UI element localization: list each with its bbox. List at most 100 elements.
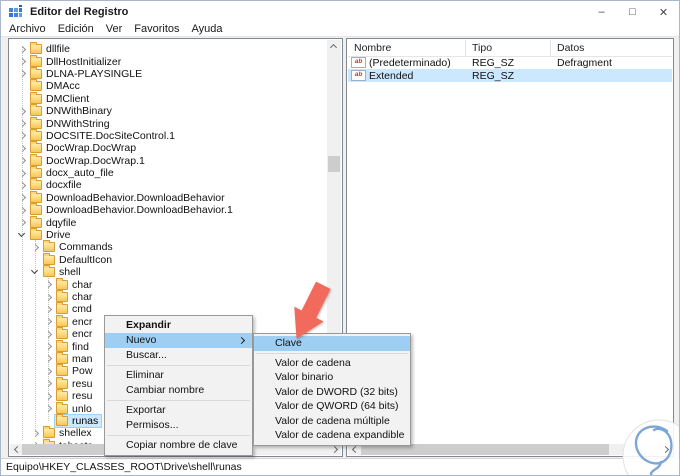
minimize-button[interactable]: – xyxy=(586,1,617,23)
submenu-item-valor-de-cadena-m-ltiple[interactable]: Valor de cadena múltiple xyxy=(254,414,410,429)
tree-item-char[interactable]: char xyxy=(10,277,327,291)
tree-item-label: resu xyxy=(72,390,93,403)
chevron-right-icon[interactable] xyxy=(18,181,27,190)
tree-item-shell[interactable]: shell xyxy=(10,265,327,278)
context-menu-item-expandir[interactable]: Expandir xyxy=(105,318,252,333)
scroll-up-icon[interactable] xyxy=(327,40,341,52)
chevron-right-icon[interactable] xyxy=(44,280,53,289)
tree-item-docx-auto-file[interactable]: docx_auto_file xyxy=(10,166,327,179)
chevron-right-icon[interactable] xyxy=(18,131,27,140)
context-menu-item-cambiar-nombre[interactable]: Cambiar nombre xyxy=(105,383,252,398)
folder-icon xyxy=(56,413,68,426)
menu-ayuda[interactable]: Ayuda xyxy=(186,23,229,36)
tree-item-dmacc[interactable]: DMAcc xyxy=(10,79,327,92)
tree-item-dnwithbinary[interactable]: DNWithBinary xyxy=(10,104,327,117)
tree-item-label: DllHostInitializer xyxy=(46,55,122,68)
context-menu-item-nuevo[interactable]: Nuevo xyxy=(105,333,252,348)
chevron-right-icon[interactable] xyxy=(18,218,27,227)
tree-item-downloadbehavior-downloadbehavior-1[interactable]: DownloadBehavior.DownloadBehavior.1 xyxy=(10,203,327,216)
tree-item-dnwithstring[interactable]: DNWithString xyxy=(10,116,327,130)
context-menu-item-buscar[interactable]: Buscar... xyxy=(105,348,252,363)
menu-archivo[interactable]: Archivo xyxy=(3,23,52,36)
red-annotation-arrow xyxy=(294,281,331,339)
chevron-down-icon[interactable] xyxy=(18,231,27,240)
chevron-right-icon[interactable] xyxy=(18,169,27,178)
chevron-right-icon[interactable] xyxy=(18,107,27,116)
value-row-extended[interactable]: ab Extended REG_SZ xyxy=(348,69,672,82)
tree-item-drive[interactable]: Drive xyxy=(10,228,327,241)
menu-separator xyxy=(107,365,250,366)
scroll-left-icon[interactable] xyxy=(348,444,360,455)
menu-ver[interactable]: Ver xyxy=(100,23,129,36)
tree-item-docsite-docsitecontrol-1[interactable]: DOCSITE.DocSiteControl.1 xyxy=(10,128,327,142)
chevron-right-icon[interactable] xyxy=(18,144,27,153)
chevron-right-icon[interactable] xyxy=(44,392,53,401)
folder-icon xyxy=(56,376,68,389)
chevron-right-icon[interactable] xyxy=(18,57,27,66)
scrollbar-thumb[interactable] xyxy=(361,444,609,455)
chevron-right-icon[interactable] xyxy=(44,354,53,363)
value-row-predeterminado[interactable]: ab (Predeterminado) REG_SZ Defragment xyxy=(348,56,672,69)
chevron-right-icon[interactable] xyxy=(44,342,53,351)
submenu-item-valor-binario[interactable]: Valor binario xyxy=(254,370,410,385)
scroll-right-icon[interactable] xyxy=(329,444,341,455)
column-header-name[interactable]: Nombre xyxy=(348,40,466,56)
context-menu-item-permisos[interactable]: Permisos... xyxy=(105,418,252,433)
column-header-data[interactable]: Datos xyxy=(551,40,672,56)
chevron-right-icon[interactable] xyxy=(18,156,27,165)
tree-item-dllfile[interactable]: dllfile xyxy=(10,42,327,55)
chevron-right-icon[interactable] xyxy=(18,206,27,215)
folder-icon xyxy=(56,327,68,340)
submenu-item-valor-de-cadena-expandible[interactable]: Valor de cadena expandible xyxy=(254,428,410,443)
context-menu-item-copiar-nombre-de-clave[interactable]: Copiar nombre de clave xyxy=(105,438,252,453)
tree-item-commands[interactable]: Commands xyxy=(10,240,327,253)
chevron-right-icon[interactable] xyxy=(44,317,53,326)
chevron-right-icon[interactable] xyxy=(31,429,40,438)
tree-item-char[interactable]: char xyxy=(10,290,327,303)
tree-item-defaulticon[interactable]: DefaultIcon xyxy=(10,252,327,266)
menu-favoritos[interactable]: Favoritos xyxy=(128,23,185,36)
tree-item-downloadbehavior-downloadbehavior[interactable]: DownloadBehavior.DownloadBehavior xyxy=(10,190,327,204)
folder-icon xyxy=(30,54,42,67)
scrollbar-thumb[interactable] xyxy=(328,156,340,172)
chevron-right-icon[interactable] xyxy=(44,379,53,388)
folder-icon xyxy=(43,240,55,253)
tree-item-label: DOCSITE.DocSiteControl.1 xyxy=(46,129,175,142)
menu-bar: Archivo Edición Ver Favoritos Ayuda xyxy=(1,23,679,37)
chevron-right-icon[interactable] xyxy=(18,69,27,78)
chevron-right-icon[interactable] xyxy=(31,243,40,252)
string-value-icon: ab xyxy=(351,57,366,68)
menu-edici-n[interactable]: Edición xyxy=(52,23,100,36)
submenu-item-valor-de-qword-64-bits[interactable]: Valor de QWORD (64 bits) xyxy=(254,399,410,414)
folder-icon xyxy=(30,215,42,228)
chevron-right-icon[interactable] xyxy=(44,404,53,413)
chevron-down-icon[interactable] xyxy=(31,268,40,277)
maximize-button[interactable]: □ xyxy=(617,1,648,23)
scroll-left-icon[interactable] xyxy=(10,444,22,455)
tree-item-docwrap-docwrap-1[interactable]: DocWrap.DocWrap.1 xyxy=(10,153,327,167)
tree-item-dlna-playsingle[interactable]: DLNA-PLAYSINGLE xyxy=(10,66,327,80)
submenu-item-valor-de-dword-32-bits[interactable]: Valor de DWORD (32 bits) xyxy=(254,385,410,400)
folder-icon xyxy=(30,166,42,179)
chevron-right-icon[interactable] xyxy=(18,119,27,128)
chevron-right-icon[interactable] xyxy=(44,330,53,339)
chevron-right-icon[interactable] xyxy=(18,193,27,202)
folder-icon xyxy=(30,66,42,79)
tree-item-dllhostinitializer[interactable]: DllHostInitializer xyxy=(10,54,327,68)
chevron-right-icon[interactable] xyxy=(18,45,27,54)
chevron-right-icon[interactable] xyxy=(44,367,53,376)
tree-item-dmclient[interactable]: DMClient xyxy=(10,91,327,105)
context-menu-item-exportar[interactable]: Exportar xyxy=(105,403,252,418)
column-header-type[interactable]: Tipo xyxy=(466,40,551,56)
tree-item-docwrap-docwrap[interactable]: DocWrap.DocWrap xyxy=(10,141,327,154)
tree-item-docxfile[interactable]: docxfile xyxy=(10,178,327,191)
submenu-item-valor-de-cadena[interactable]: Valor de cadena xyxy=(254,356,410,371)
list-horizontal-scrollbar[interactable] xyxy=(348,444,672,455)
tree-item-dqyfile[interactable]: dqyfile xyxy=(10,215,327,229)
chevron-right-icon[interactable] xyxy=(44,305,53,314)
close-button[interactable]: ✕ xyxy=(648,1,679,23)
chevron-right-icon[interactable] xyxy=(44,293,53,302)
tree-item-cmd[interactable]: cmd xyxy=(10,302,327,315)
scroll-right-icon[interactable] xyxy=(660,444,672,455)
context-menu-item-eliminar[interactable]: Eliminar xyxy=(105,368,252,383)
